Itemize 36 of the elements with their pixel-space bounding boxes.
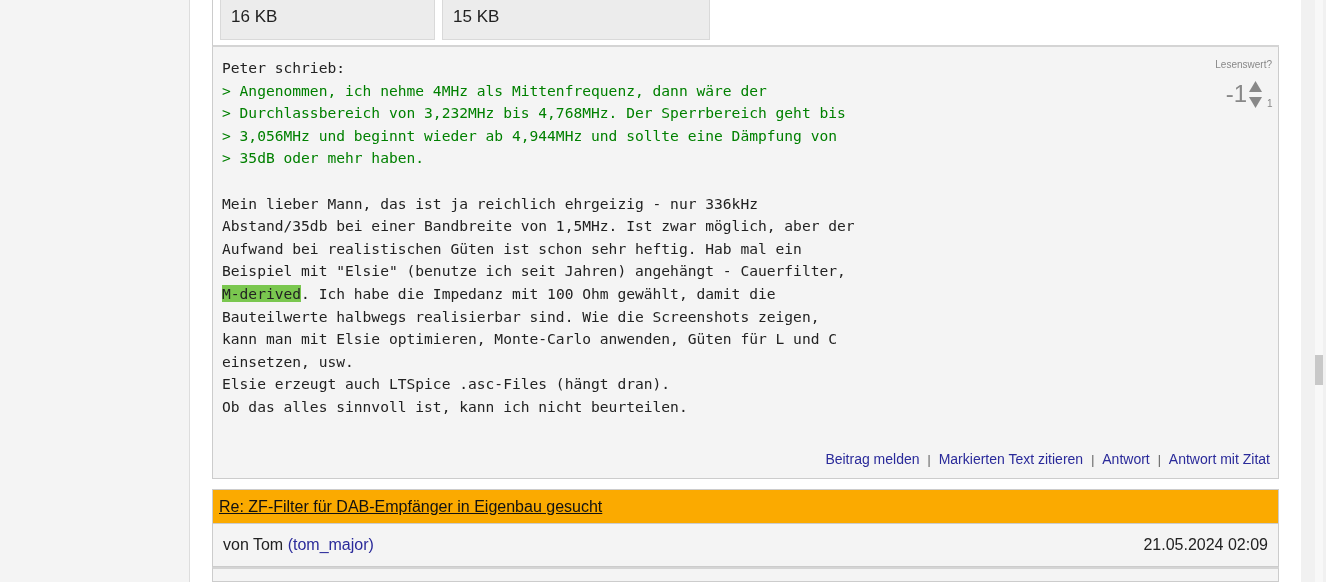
scrollbar[interactable] — [1314, 0, 1323, 582]
text-line: Aufwand bei realistischen Güten ist schon sehr heftig. Hab mal ein — [222, 238, 802, 259]
vote-down-icon[interactable] — [1249, 96, 1262, 108]
text-line: Elsie erzeugt auch LTSpice .asc-Files (hängt dran). — [222, 374, 671, 395]
action-link[interactable]: Antwort mit Zitat — [1168, 449, 1270, 470]
highlighted-text: M-derived — [222, 284, 302, 302]
quoted-text-line: > 35dB oder mehr haben. — [222, 148, 425, 169]
separator: | — [1157, 451, 1161, 469]
text-line: kann man mit Elsie optimieren, Monte-Carlo anwenden, Güten für L und C — [222, 329, 838, 350]
action-link[interactable]: Markierten Text zitieren — [938, 449, 1084, 470]
text-line: Ob das alles sinnvoll ist, kann ich nicht beurteilen. — [222, 396, 688, 417]
rating-score: -1 — [1225, 79, 1247, 109]
post-date: 21.05.2024 02:09 — [1143, 535, 1268, 555]
author-link[interactable]: (tom_major) — [287, 536, 374, 553]
scrollbar-thumb[interactable] — [1314, 355, 1323, 385]
vote-count: 1 — [1267, 96, 1273, 111]
vote-up-icon[interactable] — [1249, 80, 1262, 92]
separator: | — [1091, 451, 1095, 469]
post-title-link[interactable]: Re: ZF-Filter für DAB-Empfänger in Eigenbau gesucht — [219, 494, 603, 519]
rating-label: Lesenswert? — [1215, 58, 1272, 72]
text-line: Peter schrieb: — [222, 58, 345, 78]
quoted-text-line: > 3,056MHz und beginnt wieder ab 4,944MHz und sollte eine Dämpfung von — [222, 125, 838, 146]
quoted-text-line: > Angenommen, ich nehme 4MHz als Mittenfrequenz, dann wäre der — [222, 80, 767, 101]
author-label: von Tom — [223, 536, 285, 553]
action-link[interactable]: Beitrag melden — [825, 449, 920, 470]
text-line: Mein lieber Mann, das ist ja reichlich ehrgeizig - nur 336kHz — [222, 193, 758, 214]
quoted-text-line: > Durchlassbereich von 3,232MHz bis 4,768MHz. Der Sperrbereich geht bis — [222, 103, 846, 124]
text-line: Bauteilwerte halbwegs realisierbar sind. Wie die Screenshots zeigen, — [222, 306, 820, 327]
text-line: Beispiel mit "Elsie" (benutze ich seit Jahren) angehängt - Cauerfilter, — [222, 261, 846, 282]
file-size: 15 KB — [453, 5, 500, 28]
separator: | — [927, 451, 931, 469]
text-line: Abstand/35db bei einer Bandbreite von 1,5MHz. Ist zwar möglich, aber der — [222, 216, 855, 237]
file-size: 16 KB — [231, 5, 278, 28]
text-line: einsetzen, usw. — [222, 351, 354, 372]
action-link[interactable]: Antwort — [1102, 449, 1150, 470]
text-fragment: . Ich habe die Impedanz mit 100 Ohm gewählt, damit die — [301, 284, 776, 302]
